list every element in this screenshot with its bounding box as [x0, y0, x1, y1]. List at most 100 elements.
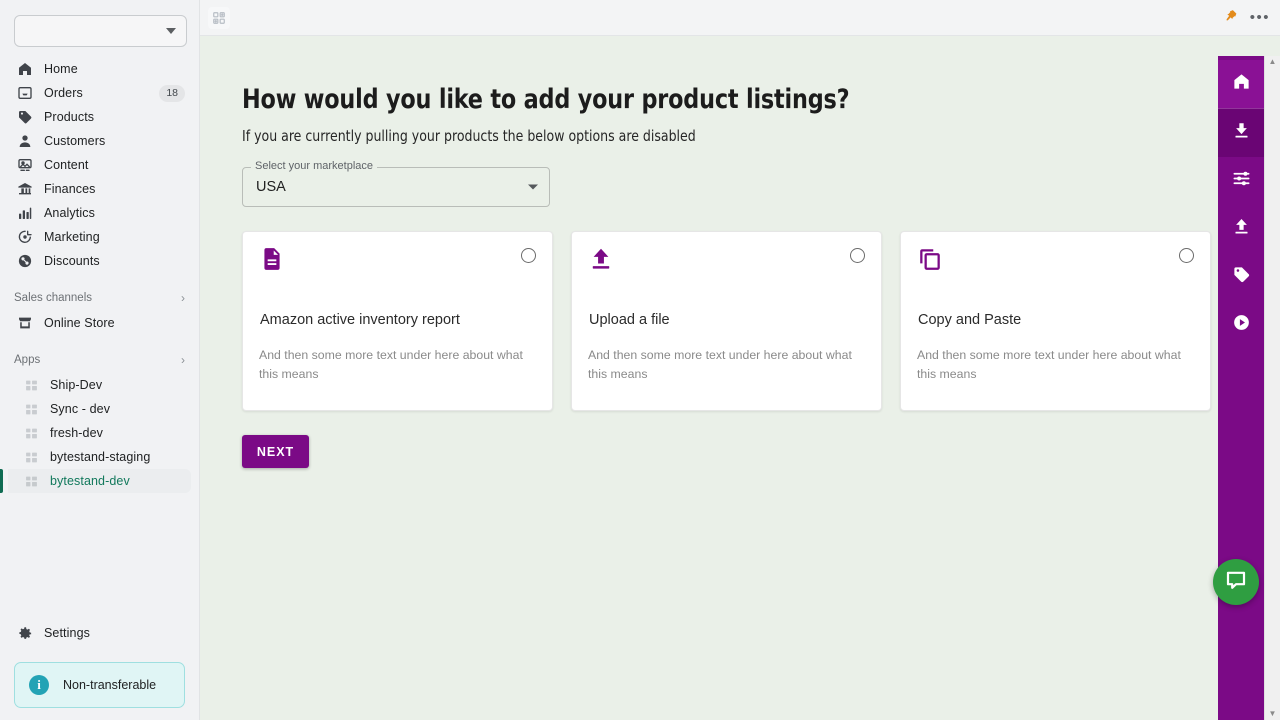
gear-icon — [16, 624, 34, 642]
sidebar-item-label: Sync - dev — [50, 402, 110, 416]
sidebar-item-label: Online Store — [44, 316, 115, 330]
sidebar-item-discounts[interactable]: Discounts — [8, 249, 191, 273]
option-card-description: And then some more text under here about… — [259, 346, 536, 384]
scroll-up-arrow[interactable]: ▲ — [1269, 58, 1277, 66]
sidebar-item-bytestand-staging[interactable]: bytestand-staging — [8, 445, 191, 469]
option-radio-amazon-inventory-report[interactable] — [521, 248, 536, 263]
option-radio-copy-and-paste[interactable] — [1179, 248, 1194, 263]
marketplace-select[interactable]: Select your marketplace USA — [242, 167, 550, 207]
card-header — [259, 246, 536, 272]
select-outline — [242, 167, 550, 207]
sidebar-item-customers[interactable]: Customers — [8, 129, 191, 153]
app-icon — [22, 472, 40, 490]
copy-icon — [917, 246, 943, 272]
marketing-target-icon — [16, 228, 34, 246]
chat-button[interactable] — [1213, 559, 1259, 605]
option-card-title: Copy and Paste — [917, 312, 1194, 328]
content-image-icon — [16, 156, 34, 174]
sidebar-item-label: Orders — [44, 86, 83, 100]
apps-grid-icon[interactable] — [208, 7, 230, 29]
chevron-down-icon — [166, 28, 176, 34]
card-header — [588, 246, 865, 272]
sidebar-item-label: Discounts — [44, 254, 100, 268]
orders-badge: 18 — [159, 85, 185, 102]
option-card-amazon-inventory-report[interactable]: Amazon active inventory report And then … — [242, 231, 553, 411]
more-horizontal-icon[interactable]: ••• — [1250, 10, 1270, 25]
chevron-right-icon: › — [181, 354, 185, 366]
info-icon: i — [29, 675, 49, 695]
settings-label: Settings — [44, 626, 90, 640]
rail-item-upload[interactable] — [1218, 205, 1264, 253]
home-icon — [1232, 72, 1251, 96]
sidebar-item-label: Marketing — [44, 230, 100, 244]
content-area: How would you like to add your product l… — [200, 36, 1280, 720]
pin-icon[interactable] — [1225, 8, 1238, 28]
chat-bubble-icon — [1224, 568, 1248, 597]
scroll-down-arrow[interactable]: ▼ — [1269, 710, 1277, 718]
analytics-bars-icon — [16, 204, 34, 222]
app-icon — [22, 424, 40, 442]
non-transferable-label: Non-transferable — [63, 678, 156, 692]
sidebar-item-finances[interactable]: Finances — [8, 177, 191, 201]
marketplace-select-value: USA — [256, 179, 286, 195]
apps-list: Ship-Dev Sync - dev fresh-dev bytestand-… — [0, 371, 199, 493]
sidebar-item-settings[interactable]: Settings — [8, 620, 191, 646]
app-icon — [22, 400, 40, 418]
document-report-icon — [259, 246, 285, 272]
main-pane: ••• How would you like to add your produ… — [200, 0, 1280, 720]
sidebar-item-fresh-dev[interactable]: fresh-dev — [8, 421, 191, 445]
tune-sliders-icon — [1232, 169, 1251, 193]
sidebar-item-label: Ship-Dev — [50, 378, 102, 392]
marketplace-select-label: Select your marketplace — [251, 160, 377, 173]
sidebar-item-label: Finances — [44, 182, 96, 196]
tag-icon — [1232, 265, 1251, 289]
vertical-scrollbar[interactable]: ▲ ▼ — [1264, 56, 1280, 720]
download-icon — [1232, 121, 1251, 145]
sidebar-item-bytestand-dev[interactable]: bytestand-dev — [8, 469, 191, 493]
sidebar-item-orders[interactable]: Orders 18 — [8, 81, 191, 105]
left-sidebar: Home Orders 18 Products Customers — [0, 0, 200, 720]
sidebar-item-sync-dev[interactable]: Sync - dev — [8, 397, 191, 421]
rail-item-tag[interactable] — [1218, 253, 1264, 301]
top-bar: ••• — [200, 0, 1280, 36]
sidebar-item-label: bytestand-staging — [50, 450, 150, 464]
sidebar-item-online-store[interactable]: Online Store — [8, 311, 191, 335]
option-card-copy-and-paste[interactable]: Copy and Paste And then some more text u… — [900, 231, 1211, 411]
sidebar-item-home[interactable]: Home — [8, 57, 191, 81]
sidebar-item-label: fresh-dev — [50, 426, 103, 440]
app-root: Home Orders 18 Products Customers — [0, 0, 1280, 720]
option-card-title: Upload a file — [588, 312, 865, 328]
sidebar-item-content[interactable]: Content — [8, 153, 191, 177]
sidebar-item-label: Analytics — [44, 206, 95, 220]
chevron-down-icon — [528, 185, 538, 190]
chevron-right-icon: › — [181, 292, 185, 304]
page-title: How would you like to add your product l… — [242, 84, 1197, 115]
rail-item-download[interactable] — [1218, 109, 1264, 157]
sidebar-item-label: Home — [44, 62, 78, 76]
option-card-title: Amazon active inventory report — [259, 312, 536, 328]
upload-icon — [1232, 217, 1251, 241]
sidebar-item-analytics[interactable]: Analytics — [8, 201, 191, 225]
rail-item-play[interactable] — [1218, 301, 1264, 349]
sidebar-item-label: Customers — [44, 134, 105, 148]
option-card-upload-a-file[interactable]: Upload a file And then some more text un… — [571, 231, 882, 411]
sales-channels-header[interactable]: Sales channels › — [0, 287, 199, 309]
page-subtitle: If you are currently pulling your produc… — [242, 127, 1207, 145]
finances-bank-icon — [16, 180, 34, 198]
sidebar-item-label: Products — [44, 110, 94, 124]
option-radio-upload-a-file[interactable] — [850, 248, 865, 263]
non-transferable-notice[interactable]: i Non-transferable — [14, 662, 185, 708]
sidebar-item-products[interactable]: Products — [8, 105, 191, 129]
store-switcher[interactable] — [14, 15, 187, 47]
sidebar-item-marketing[interactable]: Marketing — [8, 225, 191, 249]
app-icon — [22, 448, 40, 466]
rail-item-settings-tune[interactable] — [1218, 157, 1264, 205]
apps-header[interactable]: Apps › — [0, 349, 199, 371]
option-card-description: And then some more text under here about… — [917, 346, 1194, 384]
next-button[interactable]: NEXT — [242, 435, 309, 468]
primary-nav: Home Orders 18 Products Customers — [0, 55, 199, 273]
sidebar-item-ship-dev[interactable]: Ship-Dev — [8, 373, 191, 397]
right-icon-rail — [1218, 56, 1264, 720]
rail-item-home[interactable] — [1218, 60, 1264, 108]
option-cards: Amazon active inventory report And then … — [242, 231, 1280, 411]
